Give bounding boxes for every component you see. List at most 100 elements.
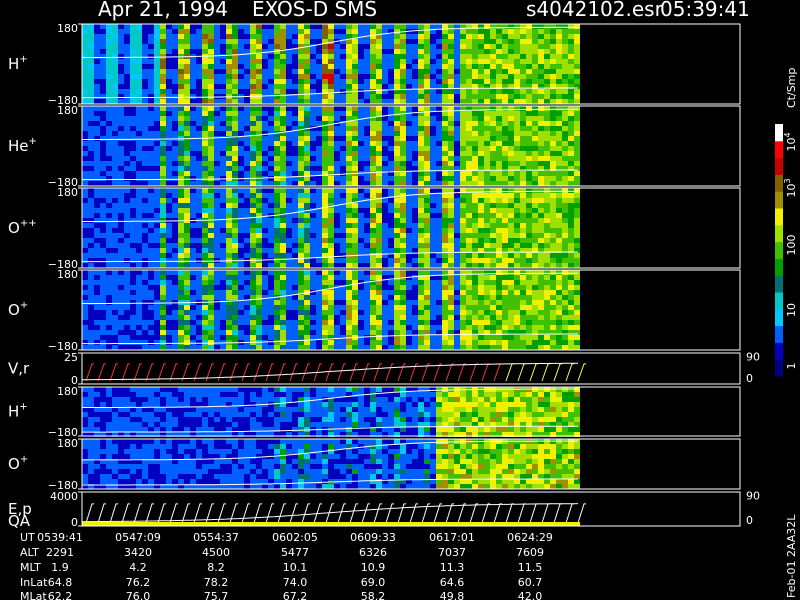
heatmap-cell — [442, 59, 448, 64]
heatmap-cell — [454, 223, 460, 228]
heatmap-cell — [508, 136, 514, 141]
heatmap-cell — [508, 59, 514, 64]
heatmap-cell — [202, 248, 208, 253]
heatmap-cell — [406, 59, 412, 64]
heatmap-cell — [340, 74, 346, 79]
heatmap-cell — [172, 79, 178, 84]
heatmap-cell — [532, 99, 538, 104]
heatmap-cell — [382, 198, 388, 203]
heatmap-cell — [412, 161, 418, 166]
heatmap-cell — [412, 208, 418, 213]
heatmap-cell — [148, 310, 154, 315]
start-time: 05:39:41 — [660, 0, 750, 21]
heatmap-cell — [124, 136, 130, 141]
heatmap-cell — [220, 335, 226, 340]
heatmap-cell — [238, 320, 244, 325]
heatmap-cell — [124, 69, 130, 74]
heatmap-cell — [238, 330, 244, 335]
heatmap-cell — [136, 300, 142, 305]
heatmap-cell — [520, 228, 526, 233]
heatmap-cell — [454, 253, 460, 258]
heatmap-cell — [550, 69, 556, 74]
heatmap-cell — [190, 116, 196, 121]
heatmap-cell — [310, 310, 316, 315]
heatmap-cell — [214, 275, 220, 280]
heatmap-cell — [100, 54, 106, 59]
heatmap-cell — [484, 263, 490, 268]
heatmap-cell — [370, 141, 376, 146]
heatmap-cell — [256, 151, 262, 156]
heatmap-cell — [184, 228, 190, 233]
heatmap-cell — [472, 263, 478, 268]
heatmap-cell — [484, 116, 490, 121]
heatmap-cell — [472, 126, 478, 131]
heatmap-cell — [136, 44, 142, 49]
heatmap-cell — [94, 141, 100, 146]
heatmap-cell — [430, 280, 436, 285]
heatmap-cell — [328, 94, 334, 99]
heatmap-cell — [250, 136, 256, 141]
heatmap-cell — [220, 44, 226, 49]
heatmap-cell — [502, 208, 508, 213]
heatmap-cell — [268, 243, 274, 248]
heatmap-cell — [130, 54, 136, 59]
heatmap-cell — [322, 188, 328, 193]
heatmap-cell — [100, 315, 106, 320]
heatmap-cell — [352, 146, 358, 151]
heatmap-cell — [436, 263, 442, 268]
heatmap-cell — [238, 295, 244, 300]
heatmap-cell — [100, 233, 106, 238]
heatmap-cell — [226, 290, 232, 295]
heatmap-cell — [106, 280, 112, 285]
heatmap-cell — [208, 203, 214, 208]
heatmap-cell — [184, 176, 190, 181]
heatmap-cell — [568, 218, 574, 223]
heatmap-cell — [550, 176, 556, 181]
heatmap-cell — [394, 290, 400, 295]
heatmap-cell — [568, 263, 574, 268]
heatmap-cell — [484, 131, 490, 136]
heatmap-cell — [316, 233, 322, 238]
heatmap-cell — [100, 126, 106, 131]
heatmap-cell — [100, 320, 106, 325]
heatmap-cell — [352, 59, 358, 64]
heatmap-cell — [484, 94, 490, 99]
heatmap-cell — [202, 74, 208, 79]
heatmap-cell — [88, 131, 94, 136]
heatmap-cell — [442, 320, 448, 325]
heatmap-cell — [526, 218, 532, 223]
heatmap-cell — [406, 161, 412, 166]
heatmap-cell — [256, 188, 262, 193]
heatmap-cell — [94, 193, 100, 198]
heatmap-cell — [250, 29, 256, 34]
heatmap-cell — [142, 131, 148, 136]
heatmap-cell — [574, 253, 580, 258]
heatmap-cell — [364, 29, 370, 34]
heatmap-cell — [130, 111, 136, 116]
heatmap-cell — [112, 136, 118, 141]
heatmap-cell — [292, 74, 298, 79]
heatmap-cell — [562, 29, 568, 34]
heatmap-cell — [94, 111, 100, 116]
heatmap-cell — [88, 198, 94, 203]
heatmap-cell — [154, 156, 160, 161]
heatmap-cell — [442, 295, 448, 300]
heatmap-cell — [460, 116, 466, 121]
heatmap-cell — [136, 203, 142, 208]
heatmap-cell — [124, 275, 130, 280]
heatmap-cell — [100, 151, 106, 156]
heatmap-cell — [568, 49, 574, 54]
panel-label: H+ — [8, 54, 28, 73]
heatmap-cell — [466, 193, 472, 198]
heatmap-cell — [286, 59, 292, 64]
heatmap-cell — [310, 193, 316, 198]
heatmap-cell — [574, 49, 580, 54]
heatmap-cell — [286, 330, 292, 335]
heatmap-cell — [250, 223, 256, 228]
heatmap-cell — [532, 106, 538, 111]
heatmap-cell — [148, 99, 154, 104]
heatmap-cell — [256, 248, 262, 253]
heatmap-cell — [406, 54, 412, 59]
heatmap-cell — [154, 213, 160, 218]
heatmap-cell — [352, 181, 358, 186]
